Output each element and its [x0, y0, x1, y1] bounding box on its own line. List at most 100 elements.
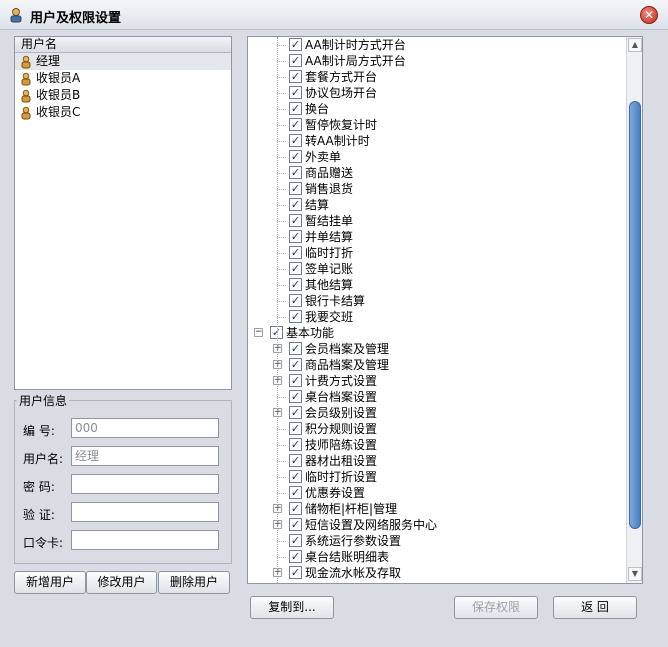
- permission-checkbox[interactable]: ✓: [289, 134, 302, 147]
- tree-item-row[interactable]: ✓ 并单结算: [248, 229, 618, 245]
- tree-item-row[interactable]: ✓ AA制计时方式开台: [248, 37, 618, 53]
- collapse-icon[interactable]: −: [254, 328, 263, 337]
- permission-checkbox[interactable]: ✓: [289, 422, 302, 435]
- tree-item-row[interactable]: ✓ 桌台结账明细表: [248, 549, 618, 565]
- add-user-button[interactable]: 新增用户: [14, 571, 86, 594]
- tree-item-row[interactable]: ✓ 临时打折: [248, 245, 618, 261]
- close-button[interactable]: ✕: [640, 6, 658, 24]
- permission-tree[interactable]: ✓ AA制计时方式开台 ✓ AA制计局方式开台 ✓ 套餐方式开台 ✓ 协议包场开台 ✓ 换台 ✓ 暂停…: [247, 36, 643, 584]
- permission-checkbox[interactable]: ✓: [289, 70, 302, 83]
- permission-label: 技师陪练设置: [305, 438, 378, 452]
- copy-to-button[interactable]: 复制到...: [250, 596, 334, 619]
- save-permissions-button[interactable]: 保存权限: [454, 596, 538, 619]
- tree-item-row[interactable]: ✓ 签单记账: [248, 261, 618, 277]
- permission-checkbox[interactable]: ✓: [289, 54, 302, 67]
- tree-item-row[interactable]: + ✓ 现金流水帐及存取: [248, 565, 618, 581]
- back-button[interactable]: 返 回: [553, 596, 637, 619]
- edit-user-button[interactable]: 修改用户: [86, 571, 157, 594]
- tree-item-row[interactable]: ✓ 桌台档案设置: [248, 389, 618, 405]
- scroll-up-icon[interactable]: ▲: [628, 38, 642, 52]
- permission-checkbox[interactable]: ✓: [289, 406, 302, 419]
- confirm-field[interactable]: [71, 502, 219, 522]
- permission-checkbox[interactable]: ✓: [289, 534, 302, 547]
- tree-item-row[interactable]: + ✓ 储物柜|杆柜|管理: [248, 501, 618, 517]
- permission-checkbox[interactable]: ✓: [289, 358, 302, 371]
- tree-item-row[interactable]: ✓ 外卖单: [248, 149, 618, 165]
- user-list-item[interactable]: 收银员C: [15, 104, 231, 121]
- permission-checkbox[interactable]: ✓: [289, 438, 302, 451]
- tree-item-row[interactable]: ✓ 商品赠送: [248, 165, 618, 181]
- tree-item-row[interactable]: ✓ 结算: [248, 197, 618, 213]
- permission-checkbox[interactable]: ✓: [289, 198, 302, 211]
- delete-user-button[interactable]: 删除用户: [158, 571, 230, 594]
- tree-connector: [277, 205, 286, 206]
- tree-item-row[interactable]: ✓ 技师陪练设置: [248, 437, 618, 453]
- user-list-item-label: 收银员B: [36, 88, 81, 102]
- permission-checkbox[interactable]: ✓: [289, 214, 302, 227]
- tree-item-row[interactable]: ✓ 暂结挂单: [248, 213, 618, 229]
- permission-checkbox[interactable]: ✓: [289, 518, 302, 531]
- user-list-item[interactable]: 经理: [15, 53, 231, 70]
- permission-checkbox[interactable]: ✓: [289, 550, 302, 563]
- tree-item-row[interactable]: ✓ 暂停恢复计时: [248, 117, 618, 133]
- permission-checkbox[interactable]: ✓: [289, 118, 302, 131]
- tree-item-row[interactable]: + ✓ 会员档案及管理: [248, 341, 618, 357]
- tree-item-row[interactable]: ✓ 积分规则设置: [248, 421, 618, 437]
- permission-checkbox[interactable]: ✓: [289, 566, 302, 579]
- permission-checkbox[interactable]: ✓: [289, 278, 302, 291]
- tree-item-row[interactable]: ✓ 优惠券设置: [248, 485, 618, 501]
- scroll-down-icon[interactable]: ▼: [628, 567, 642, 581]
- tree-item-row[interactable]: ✓ 转AA制计时: [248, 133, 618, 149]
- permission-checkbox[interactable]: ✓: [289, 86, 302, 99]
- user-list-item-label: 经理: [36, 54, 61, 68]
- tree-item-row[interactable]: ✓ 协议包场开台: [248, 85, 618, 101]
- tree-connector: [277, 317, 286, 318]
- permission-checkbox[interactable]: ✓: [289, 150, 302, 163]
- tree-item-row[interactable]: ✓ AA制计局方式开台: [248, 53, 618, 69]
- tree-scrollbar[interactable]: ▲ ▼: [626, 37, 642, 583]
- number-field[interactable]: 000: [71, 418, 219, 438]
- permission-checkbox[interactable]: ✓: [289, 454, 302, 467]
- permission-label: 会员级别设置: [305, 406, 378, 420]
- permission-checkbox[interactable]: ✓: [289, 38, 302, 51]
- permission-checkbox[interactable]: ✓: [289, 502, 302, 515]
- permission-checkbox[interactable]: ✓: [289, 486, 302, 499]
- password-field[interactable]: [71, 474, 219, 494]
- permission-checkbox[interactable]: ✓: [289, 342, 302, 355]
- scroll-thumb[interactable]: [629, 101, 641, 529]
- permission-label: AA制计时方式开台: [305, 38, 406, 52]
- permission-label: 销售退货: [305, 182, 354, 196]
- user-list-item[interactable]: 收银员A: [15, 70, 231, 87]
- tree-item-row[interactable]: + ✓ 会员级别设置: [248, 405, 618, 421]
- tree-item-row[interactable]: ✓ 销售退货: [248, 181, 618, 197]
- token-field[interactable]: [71, 530, 219, 550]
- tree-item-row[interactable]: ✓ 系统运行参数设置: [248, 533, 618, 549]
- permission-checkbox[interactable]: ✓: [289, 294, 302, 307]
- tree-item-row[interactable]: ✓ 其他结算: [248, 277, 618, 293]
- permission-checkbox[interactable]: ✓: [289, 470, 302, 483]
- tree-item-row[interactable]: ✓ 器材出租设置: [248, 453, 618, 469]
- permission-checkbox[interactable]: ✓: [289, 102, 302, 115]
- user-list[interactable]: 用户名 经理收银员A 收银员B 收银员C: [14, 36, 232, 390]
- tree-group-row[interactable]: − ✓ 基本功能: [248, 325, 618, 341]
- tree-item-row[interactable]: + ✓ 计费方式设置: [248, 373, 618, 389]
- tree-item-row[interactable]: ✓ 套餐方式开台: [248, 69, 618, 85]
- permission-checkbox[interactable]: ✓: [289, 310, 302, 323]
- tree-item-row[interactable]: + ✓ 短信设置及网络服务中心: [248, 517, 618, 533]
- permission-checkbox[interactable]: ✓: [289, 390, 302, 403]
- tree-item-row[interactable]: + ✓ 商品档案及管理: [248, 357, 618, 373]
- user-list-item[interactable]: 收银员B: [15, 87, 231, 104]
- user-list-header: 用户名: [15, 37, 231, 53]
- permission-checkbox[interactable]: ✓: [289, 374, 302, 387]
- permission-checkbox[interactable]: ✓: [289, 230, 302, 243]
- permission-checkbox[interactable]: ✓: [289, 166, 302, 179]
- tree-item-row[interactable]: ✓ 换台: [248, 101, 618, 117]
- permission-checkbox[interactable]: ✓: [289, 262, 302, 275]
- tree-item-row[interactable]: ✓ 银行卡结算: [248, 293, 618, 309]
- permission-checkbox[interactable]: ✓: [289, 182, 302, 195]
- tree-item-row[interactable]: ✓ 临时打折设置: [248, 469, 618, 485]
- permission-checkbox[interactable]: ✓: [289, 246, 302, 259]
- tree-item-row[interactable]: ✓ 我要交班: [248, 309, 618, 325]
- tree-connector: [277, 93, 286, 94]
- username-field[interactable]: 经理: [71, 446, 219, 466]
